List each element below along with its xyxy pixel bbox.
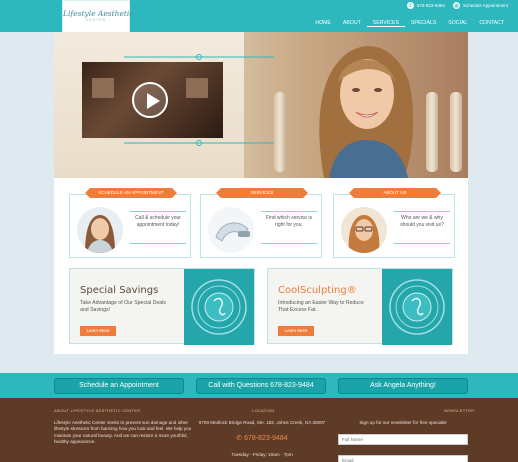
box-divider [394,211,450,212]
services-box[interactable]: SERVICES Find which service is right for… [200,188,322,258]
schedule-tag: SCHEDULE AN APPOINTMENT [85,188,177,198]
seal-icon [382,269,452,345]
header-schedule-text: Schedule Appointment [462,3,508,8]
services-text: Find which service is right for you. [265,215,313,228]
footer-newsletter-heading: NEWSLETTER [444,408,475,413]
ornament-divider [124,54,274,60]
play-icon[interactable] [132,82,168,118]
logo-subtitle: CENTER [85,18,107,22]
coolsculpting-learn-more-button[interactable]: Learn More [278,326,314,336]
newsletter-signup-text: Sign up for our newsletter for free spec… [359,420,447,425]
video-still-window [92,78,114,98]
footer-about-text: Lifestyle Aesthetic Center seeks to prev… [54,420,192,444]
seal-icon [184,269,254,345]
nav-about[interactable]: ABOUT [337,20,367,27]
header-phone-text: 678-823-9484 [416,3,445,8]
content-panel: SCHEDULE AN APPOINTMENT Call & schedule … [54,178,468,354]
hero-banner [54,32,468,178]
video-player[interactable] [82,62,223,138]
call-button[interactable]: Call with Questions 678-823-9484 [196,378,326,394]
coolsculpting-title: CoolSculpting® [278,285,357,296]
coolsculpting-card: CoolSculpting® Introducing an Easier Way… [267,268,453,345]
video-still-window [186,78,208,98]
about-photo [341,207,387,253]
site-footer: ABOUT LIFESTYLE AESTHETIC CENTER Lifesty… [0,398,518,462]
footer-phone[interactable]: ✆ 678-823-9484 [192,434,332,442]
box-divider [130,243,186,244]
nav-specials[interactable]: SPECIALS [405,20,442,27]
cta-bar: Schedule an Appointment Call with Questi… [0,373,518,398]
newsletter-name-input[interactable] [338,434,468,445]
schedule-text: Call & schedule your appointment today! [135,215,181,228]
special-savings-title: Special Savings [80,285,159,296]
services-tag: SERVICES [216,188,308,198]
balustrade-column [274,92,286,172]
special-savings-text: Take Advantage of Our Special Deals and … [80,300,166,313]
box-divider [261,243,317,244]
ornament-divider [124,140,274,146]
phone-icon: ✆ [406,2,414,9]
footer-about-heading: ABOUT LIFESTYLE AESTHETIC CENTER [54,408,141,413]
box-divider [261,211,317,212]
schedule-box[interactable]: SCHEDULE AN APPOINTMENT Call & schedule … [69,188,191,258]
box-divider [394,243,450,244]
top-contact-bar: ✆ 678-823-9484 ▦ Schedule Appointment [406,2,508,9]
main-nav: HOME ABOUT SERVICES SPECIALS SOCIAL CONT… [309,20,510,27]
about-tag: ABOUT US [349,188,441,198]
phone-icon: ✆ [236,435,245,442]
about-text: Who are we & why should you visit us? [400,215,444,228]
logo-title: Lifestyle Aesthetic [63,9,134,18]
site-logo[interactable]: Lifestyle Aesthetic CENTER [62,0,134,33]
services-photo [208,207,254,253]
nav-social[interactable]: SOCIAL [442,20,473,27]
footer-address: 9700 Medlock Bridge Road, Ste. 182, John… [198,420,326,425]
footer-location-heading: LOCATION [252,408,275,413]
hero-woman-photo [319,46,414,178]
balustrade-column [426,92,438,172]
special-savings-card: Special Savings Take Advantage of Our Sp… [69,268,255,345]
special-savings-learn-more-button[interactable]: Learn More [80,326,116,336]
schedule-appointment-button[interactable]: Schedule an Appointment [54,378,184,394]
calendar-icon: ▦ [452,2,460,9]
header-phone[interactable]: ✆ 678-823-9484 [406,2,445,9]
coolsculpting-text: Introducing an Easier Way to Reduce That… [278,300,364,313]
balustrade-column [450,92,462,172]
about-box[interactable]: ABOUT US Who are we & why should you vis… [333,188,455,258]
schedule-photo [77,207,123,253]
ask-angela-button[interactable]: Ask Angela Anything! [338,378,468,394]
nav-home[interactable]: HOME [309,20,337,27]
site-header: Lifestyle Aesthetic CENTER ✆ 678-823-948… [0,0,518,33]
box-divider [130,211,186,212]
nav-services[interactable]: SERVICES [366,20,405,27]
footer-phone-text: 678-823-9484 [244,435,288,442]
header-schedule-link[interactable]: ▦ Schedule Appointment [452,2,508,9]
newsletter-email-input[interactable] [338,455,468,462]
nav-contact[interactable]: CONTACT [473,20,510,27]
footer-hours: Tuesday - Friday: 10am - 7pm [231,452,293,457]
